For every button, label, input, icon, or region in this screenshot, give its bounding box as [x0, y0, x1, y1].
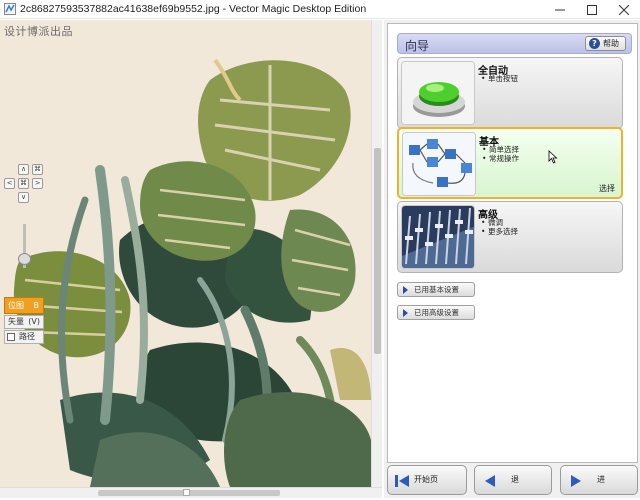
- advanced-option[interactable]: 高级 微调 更多选择: [397, 201, 623, 273]
- wizard-panel: 向导 ? 帮助 全自动 • 单击按钮 基本 • 简单选择 • 常规操作 选择 高…: [384, 20, 640, 498]
- back-label: 退: [511, 475, 519, 484]
- help-button[interactable]: ? 帮助: [585, 36, 626, 51]
- list-item: 微调: [481, 218, 518, 227]
- advanced-bullets: 微调 更多选择: [481, 218, 518, 236]
- basic-settings-used-button[interactable]: 已用基本设置: [397, 282, 475, 297]
- green-button-icon: [402, 62, 474, 124]
- arrow-left-icon: [485, 475, 495, 487]
- pan-down-button[interactable]: ∨: [18, 192, 29, 203]
- triangle-right-icon: [403, 309, 408, 317]
- list-item: 常规操作: [482, 154, 519, 163]
- triangle-right-icon: [403, 286, 408, 294]
- close-icon: [619, 4, 629, 15]
- pan-right-button[interactable]: >: [32, 178, 43, 189]
- arrow-right-icon: [571, 475, 581, 487]
- title-bar: 2c86827593537882ac41638ef69b9552.jpg - V…: [0, 0, 640, 19]
- start-page-button[interactable]: 开始页: [387, 465, 467, 495]
- start-page-label: 开始页: [414, 475, 438, 484]
- watermark-text: 设计博派出品: [4, 25, 73, 38]
- minimize-button[interactable]: [544, 0, 576, 19]
- wizard-content: 向导 ? 帮助 全自动 • 单击按钮 基本 • 简单选择 • 常规操作 选择 高…: [387, 23, 638, 463]
- basic-bullets: 简单选择 常规操作: [482, 145, 519, 163]
- help-icon: ?: [589, 38, 600, 49]
- mouse-cursor-icon: [548, 150, 558, 164]
- horizontal-scrollbar[interactable]: [0, 487, 382, 498]
- minimize-icon: [555, 9, 565, 10]
- path-view-label: 路径: [19, 332, 35, 341]
- fully-automatic-option[interactable]: 全自动 单击按钮: [397, 57, 623, 129]
- plant-illustration: [13, 58, 371, 487]
- basic-option[interactable]: 基本 简单选择 常规操作 选择: [397, 127, 623, 199]
- pan-left-button[interactable]: <: [4, 178, 15, 189]
- vector-view-key: (V): [28, 317, 40, 326]
- vertical-scroll-thumb[interactable]: [374, 148, 381, 354]
- original-view-key: B: [33, 301, 40, 310]
- skip-back-icon: [395, 475, 409, 487]
- wizard-title: 向导: [405, 39, 430, 53]
- advanced-settings-used-label: 已用高级设置: [414, 308, 459, 317]
- close-button[interactable]: [608, 0, 640, 19]
- path-checkbox[interactable]: [7, 333, 15, 341]
- maximize-button[interactable]: [576, 0, 608, 19]
- help-label: 帮助: [603, 39, 619, 48]
- zoom-slider-handle[interactable]: [18, 253, 31, 265]
- list-item: 简单选择: [482, 145, 519, 154]
- horizontal-scroll-marker: [183, 489, 190, 496]
- next-label: 进: [597, 475, 605, 484]
- mixer-icon: [402, 206, 474, 268]
- original-view-button[interactable]: 位图 B: [4, 297, 44, 314]
- vector-view-label: 矢量: [8, 317, 24, 326]
- pan-center-button[interactable]: ⌘: [18, 178, 29, 189]
- pan-up-button[interactable]: ∧: [18, 164, 29, 175]
- image-canvas[interactable]: 设计博派出品 ∧ ⌘ < ⌘ > ∨ 位图 B 矢量 (V) 路径: [0, 20, 371, 487]
- next-button[interactable]: 进: [560, 465, 638, 495]
- vector-view-button[interactable]: 矢量 (V): [4, 315, 44, 329]
- back-button[interactable]: 退: [474, 465, 552, 495]
- wizard-header: 向导 ? 帮助: [397, 33, 632, 54]
- list-item: 单击按钮: [481, 74, 518, 83]
- original-view-label: 位图: [8, 301, 24, 310]
- basic-settings-used-label: 已用基本设置: [414, 285, 459, 294]
- fully-automatic-thumbnail: [401, 61, 475, 125]
- app-icon: [4, 3, 16, 15]
- window-title: 2c86827593537882ac41638ef69b9552.jpg - V…: [20, 3, 367, 15]
- fully-automatic-bullets: 单击按钮: [481, 74, 518, 83]
- advanced-thumbnail: [401, 205, 475, 269]
- path-view-toggle[interactable]: 路径: [4, 330, 44, 344]
- vertical-scrollbar[interactable]: [371, 20, 382, 487]
- basic-thumbnail: [402, 132, 476, 196]
- basic-select-label: 选择: [599, 184, 615, 193]
- zoom-fit-button[interactable]: ⌘: [32, 164, 43, 175]
- advanced-settings-used-button[interactable]: 已用高级设置: [397, 305, 475, 320]
- list-item: 更多选择: [481, 227, 518, 236]
- application-window: 2c86827593537882ac41638ef69b9552.jpg - V…: [0, 0, 640, 500]
- view-mode-group: 位图 B 矢量 (V) 路径: [4, 297, 44, 345]
- flowchart-icon: [403, 133, 475, 195]
- maximize-icon: [587, 4, 597, 15]
